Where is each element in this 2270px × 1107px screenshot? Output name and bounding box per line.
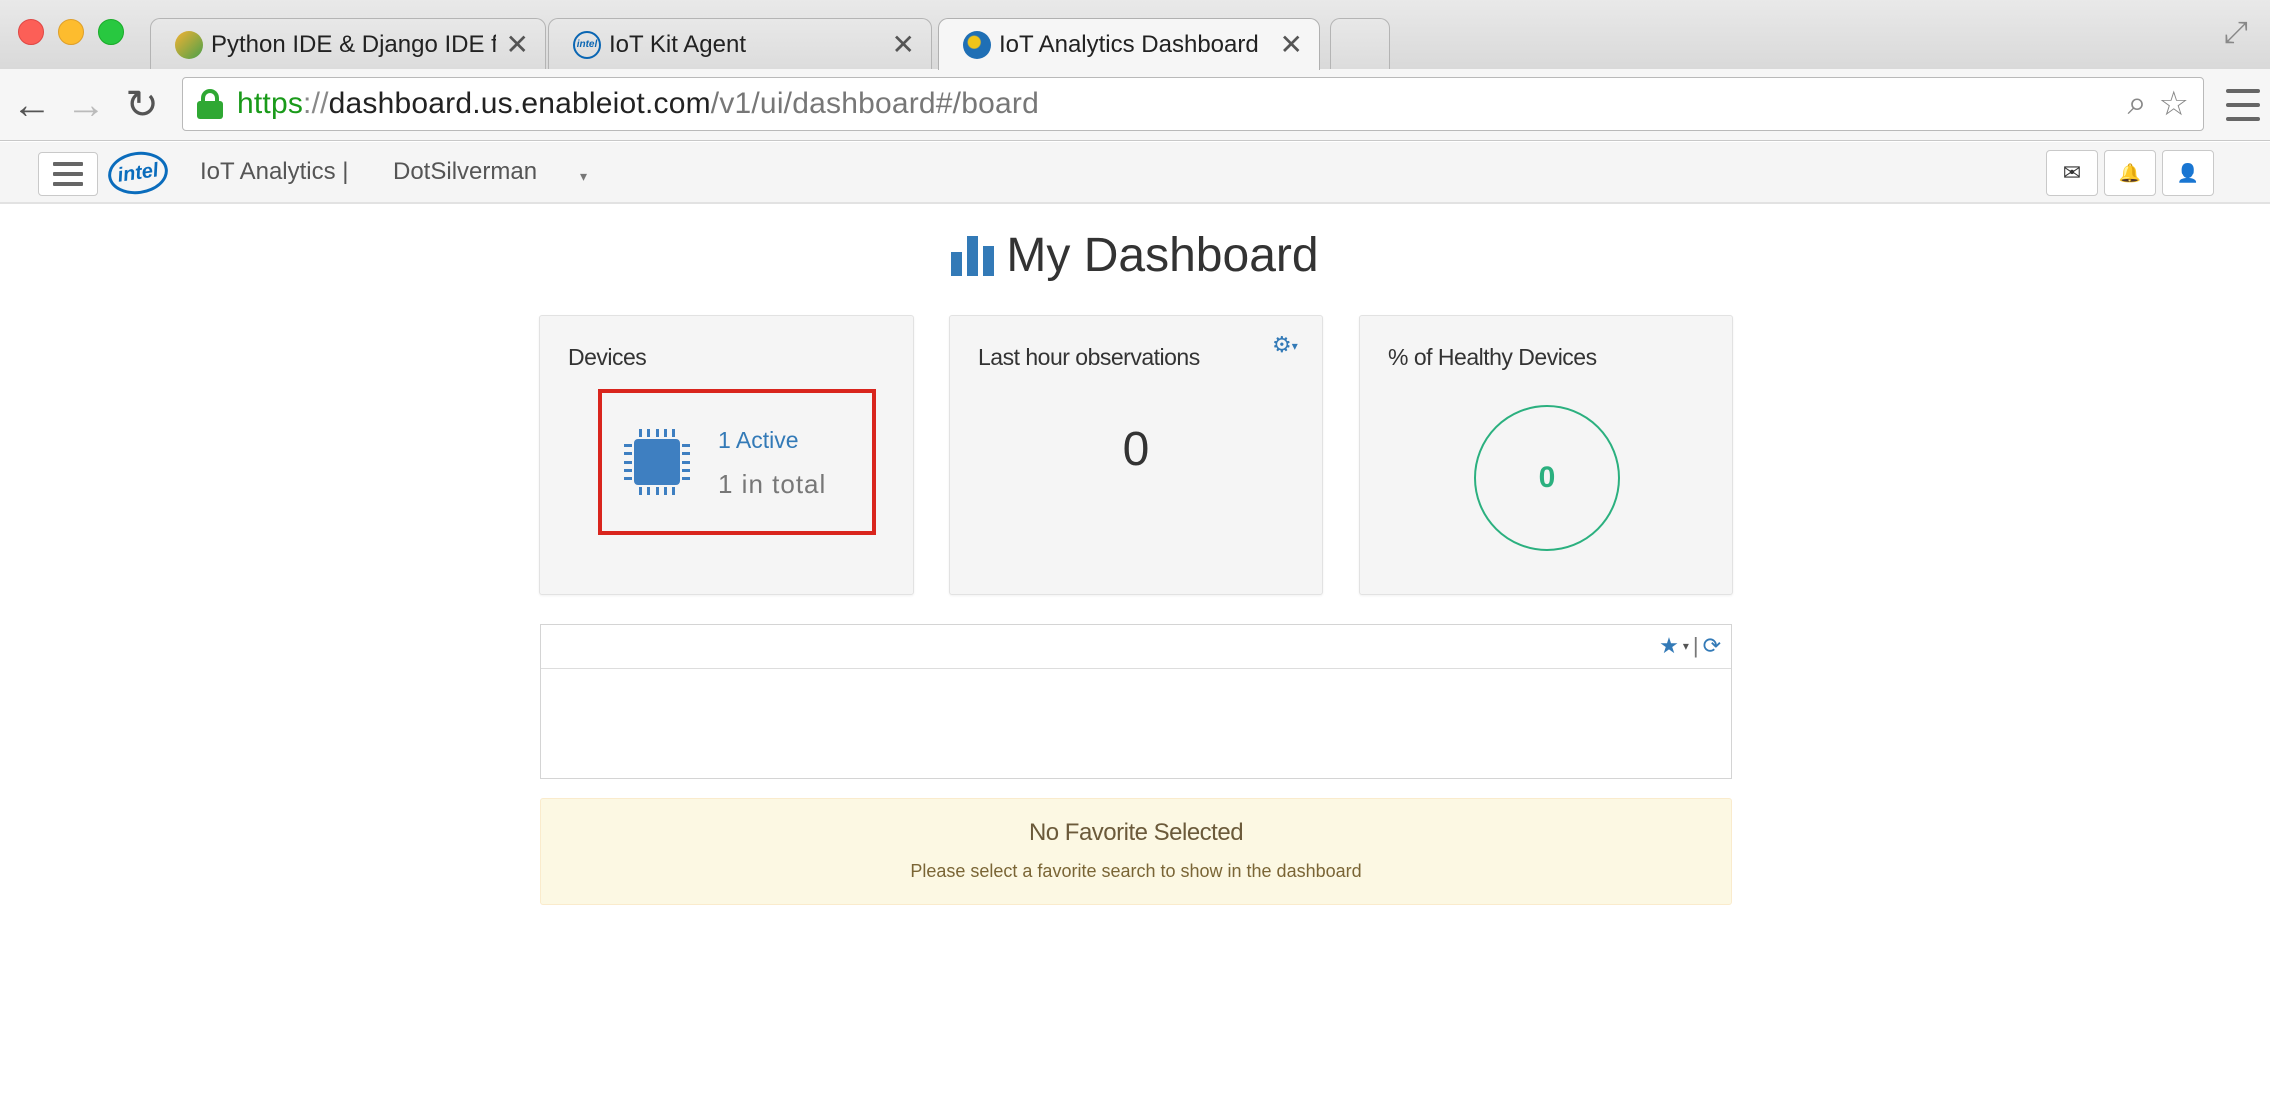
separator: | <box>1692 633 1699 658</box>
favorite-panel-header: ★ ▾ | ⟳ <box>541 625 1731 669</box>
device-summary-highlight: 1 Active 1 in total <box>598 389 876 535</box>
account-selector[interactable]: DotSilverman <box>393 158 537 186</box>
url-text: https://dashboard.us.enableiot.com/v1/ui… <box>237 87 1039 120</box>
browser-toolbar: ← → ↻ https://dashboard.us.enableiot.com… <box>0 69 2270 141</box>
tab-close-icon[interactable]: ✕ <box>1280 30 1303 59</box>
observations-count: 0 <box>1122 423 1150 476</box>
browser-menu-icon[interactable] <box>2226 85 2260 125</box>
devices-card: Devices 1 Active 1 in total <box>539 315 914 595</box>
new-tab-button[interactable] <box>1330 18 1390 70</box>
back-arrow-icon[interactable]: ← <box>8 81 56 129</box>
observations-card: Last hour observations ⚙▾ 0 <box>949 315 1323 595</box>
reload-icon[interactable]: ↻ <box>118 81 166 129</box>
gear-icon[interactable]: ⚙▾ <box>1272 332 1298 358</box>
window-zoom-button[interactable] <box>98 19 124 45</box>
zoom-icon[interactable]: ⌕ <box>2127 84 2146 124</box>
hamburger-menu-icon[interactable] <box>38 152 98 196</box>
refresh-icon[interactable]: ⟳ <box>1703 633 1721 659</box>
intel-logo[interactable]: intel <box>105 148 171 198</box>
healthy-percentage-ring: 0 <box>1474 405 1620 551</box>
messages-button[interactable]: ✉ <box>2046 150 2098 196</box>
tab-title: IoT Kit Agent <box>609 30 746 58</box>
pycharm-icon <box>175 30 203 59</box>
envelope-icon: ✉ <box>2062 160 2082 185</box>
card-title: Last hour observations <box>978 344 1200 370</box>
page-title: My Dashboard <box>0 228 2270 283</box>
active-devices-link[interactable]: 1 Active <box>718 427 799 454</box>
user-icon: 👤 <box>2176 162 2200 183</box>
tab-close-icon[interactable]: ✕ <box>892 30 915 59</box>
card-title: Devices <box>568 344 647 370</box>
total-devices-text: 1 in total <box>718 469 827 499</box>
bookmark-star-icon[interactable]: ☆ <box>2159 84 2189 124</box>
browser-tab-iot-kit-agent[interactable]: intel IoT Kit Agent ✕ <box>548 18 932 70</box>
tab-title: IoT Analytics Dashboard <box>999 30 1259 58</box>
intel-icon: intel <box>573 30 601 59</box>
bar-chart-icon <box>951 235 995 276</box>
browser-tab-iot-analytics[interactable]: IoT Analytics Dashboard ✕ <box>938 18 1320 70</box>
chevron-down-icon[interactable]: ▾ <box>580 168 587 185</box>
tab-close-icon[interactable]: ✕ <box>506 30 529 59</box>
no-favorite-alert: No Favorite Selected Please select a fav… <box>540 798 1732 905</box>
chevron-down-icon[interactable]: ▾ <box>1683 639 1689 653</box>
tab-title: Python IDE & Django IDE fo <box>211 30 496 58</box>
browser-tab-strip: Python IDE & Django IDE fo ✕ intel IoT K… <box>0 0 2270 70</box>
dashboard-globe-icon <box>963 30 991 59</box>
star-icon[interactable]: ★ <box>1659 633 1679 659</box>
forward-arrow-icon[interactable]: → <box>62 81 110 129</box>
window-close-button[interactable] <box>18 19 44 45</box>
chip-icon <box>624 429 690 495</box>
favorite-search-panel: ★ ▾ | ⟳ <box>540 624 1732 779</box>
alerts-button[interactable]: 🔔 <box>2104 150 2156 196</box>
alert-title: No Favorite Selected <box>1028 819 1244 846</box>
alert-text: Please select a favorite search to show … <box>910 861 1362 881</box>
browser-tab-pycharm[interactable]: Python IDE & Django IDE fo ✕ <box>150 18 546 70</box>
brand-title: IoT Analytics | <box>200 158 349 185</box>
healthy-devices-card: % of Healthy Devices 0 <box>1359 315 1733 595</box>
user-button[interactable]: 👤 <box>2162 150 2214 196</box>
fullscreen-icon[interactable]: ⤢ <box>2224 16 2248 50</box>
app-header: intel IoT Analytics | DotSilverman ▾ ✉ 🔔… <box>0 142 2270 204</box>
lock-icon <box>197 89 223 119</box>
card-title: % of Healthy Devices <box>1388 344 1597 370</box>
bell-icon: 🔔 <box>2118 162 2142 183</box>
address-bar[interactable]: https://dashboard.us.enableiot.com/v1/ui… <box>182 77 2204 131</box>
window-minimize-button[interactable] <box>58 19 84 45</box>
